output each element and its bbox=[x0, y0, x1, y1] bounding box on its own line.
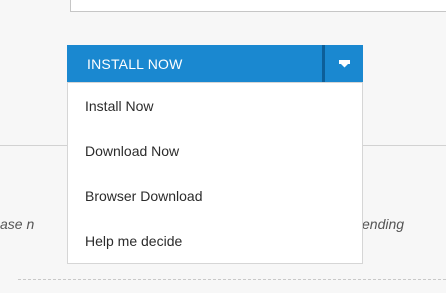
dashed-divider bbox=[18, 279, 446, 280]
caret-down-icon-svg bbox=[338, 59, 350, 67]
notice-text-right: ending bbox=[362, 216, 405, 232]
menu-item-download-now[interactable]: Download Now bbox=[85, 143, 179, 159]
top-panel bbox=[70, 0, 446, 12]
menu-item-browser-download[interactable]: Browser Download bbox=[85, 188, 203, 204]
install-split-button: INSTALL NOW bbox=[67, 45, 363, 82]
install-now-button[interactable]: INSTALL NOW bbox=[67, 45, 322, 82]
install-options-menu: Install Now Download Now Browser Downloa… bbox=[67, 82, 363, 264]
dropdown-toggle-button[interactable] bbox=[325, 45, 363, 82]
notice-text-left: ase n bbox=[0, 216, 35, 232]
menu-item-install-now[interactable]: Install Now bbox=[85, 98, 153, 114]
caret-down-icon bbox=[338, 55, 350, 73]
menu-item-help-me-decide[interactable]: Help me decide bbox=[85, 233, 182, 249]
